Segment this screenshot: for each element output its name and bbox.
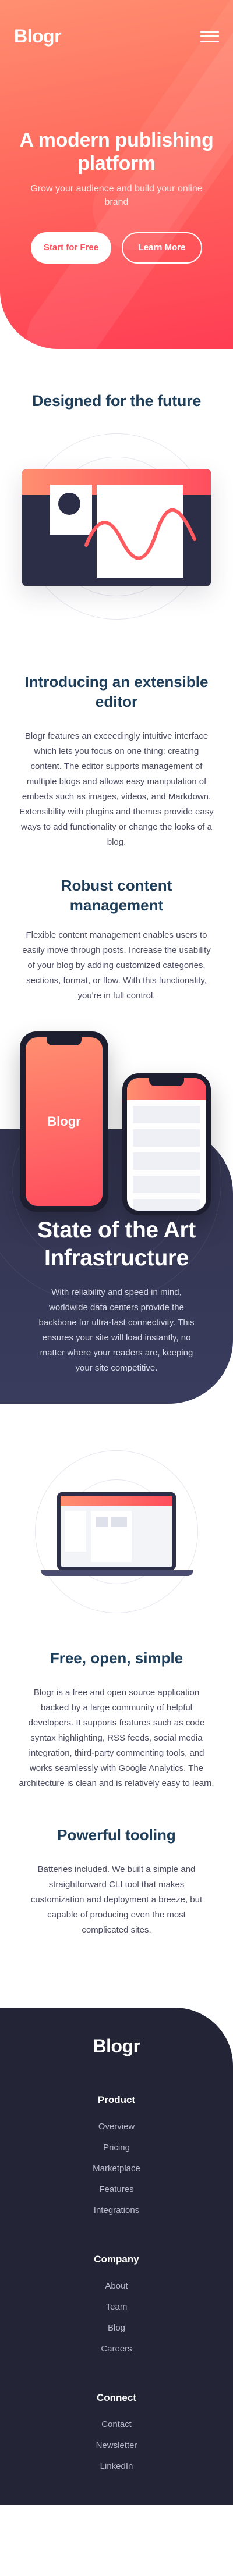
hero-buttons: Start for Free Learn More (16, 232, 217, 264)
learn-more-button[interactable]: Learn More (122, 232, 202, 264)
footer-logo[interactable]: Blogr (0, 2036, 233, 2057)
hero-title: A modern publishing platform (19, 129, 214, 175)
phone-list-row (133, 1152, 200, 1170)
editor-mockup (22, 469, 211, 586)
phone-list-row (133, 1106, 200, 1123)
future-title: Designed for the future (31, 392, 202, 410)
footer-link-about[interactable]: About (0, 2280, 233, 2292)
footer-group-company: Company About Team Blog Careers (0, 2254, 233, 2355)
footer-link-newsletter[interactable]: Newsletter (0, 2440, 233, 2452)
free-title: Free, open, simple (50, 1649, 183, 1667)
footer: Blogr Product Overview Pricing Marketpla… (0, 2008, 233, 2505)
start-for-free-button[interactable]: Start for Free (31, 232, 111, 264)
open-source-feature: Free, open, simple Blogr is a free and o… (0, 1648, 233, 1791)
phone-notch (149, 1078, 184, 1086)
footer-heading: Connect (97, 2392, 136, 2403)
hero-subtitle: Grow your audience and build your online… (30, 184, 203, 207)
laptop-base (41, 1570, 193, 1576)
editor-illustration (0, 433, 233, 666)
laptop-screen (57, 1492, 176, 1570)
hero-content: A modern publishing platform Grow your a… (0, 47, 233, 264)
laptop-app-bar (61, 1496, 172, 1506)
phone-list-row (133, 1129, 200, 1147)
editor-title: Introducing an extensible editor (24, 673, 209, 710)
footer-link-blog[interactable]: Blog (0, 2322, 233, 2334)
free-text: Blogr is a free and open source applicat… (19, 1688, 214, 1788)
footer-heading: Product (97, 2094, 136, 2105)
footer-link-careers[interactable]: Careers (0, 2343, 233, 2355)
wave-icon (84, 508, 196, 560)
menu-line (200, 35, 219, 37)
phone-screen: Blogr (26, 1037, 103, 1206)
infrastructure-text: State of the Art Infrastructure With rel… (0, 1216, 233, 1376)
top-navigation: Blogr (0, 0, 233, 47)
logo[interactable]: Blogr (14, 26, 62, 47)
robust-text: Flexible content management enables user… (22, 930, 211, 1001)
hamburger-menu-icon[interactable] (200, 30, 219, 42)
phone-logo: Blogr (47, 1114, 81, 1129)
laptop-content-block (96, 1517, 108, 1527)
laptop-illustration (0, 1427, 233, 1648)
phone-mockup-right (122, 1073, 211, 1215)
footer-links: Overview Pricing Marketplace Features In… (0, 2121, 233, 2216)
phone-mockup-left: Blogr (20, 1031, 108, 1212)
phone-notch (47, 1037, 82, 1045)
tooling-feature: Powerful tooling Batteries included. We … (0, 1825, 233, 1938)
footer-heading: Company (94, 2254, 139, 2265)
menu-line (200, 30, 219, 33)
robust-title: Robust content management (61, 877, 172, 914)
footer-link-overview[interactable]: Overview (0, 2121, 233, 2133)
footer-link-linkedin[interactable]: LinkedIn (0, 2461, 233, 2472)
infrastructure-paragraph: With reliability and speed in mind, worl… (38, 1287, 195, 1373)
editor-feature: Introducing an extensible editor Blogr f… (0, 672, 233, 850)
infrastructure-title: State of the Art Infrastructure (37, 1218, 196, 1271)
footer-link-integrations[interactable]: Integrations (0, 2205, 233, 2216)
phone-screen (127, 1078, 206, 1211)
footer-link-contact[interactable]: Contact (0, 2419, 233, 2431)
footer-group-product: Product Overview Pricing Marketplace Fea… (0, 2094, 233, 2216)
footer-link-features[interactable]: Features (0, 2184, 233, 2196)
footer-links: Contact Newsletter LinkedIn (0, 2419, 233, 2472)
laptop-display (61, 1496, 172, 1567)
tooling-title: Powerful tooling (57, 1826, 176, 1844)
hero-section: Blogr A modern publishing platform Grow … (0, 0, 233, 349)
laptop-content-block (111, 1517, 127, 1527)
infrastructure-section: Blogr State of the Art Infrastructure Wi… (0, 1031, 233, 1404)
footer-link-pricing[interactable]: Pricing (0, 2142, 233, 2154)
future-section: Designed for the future Introducing an e… (0, 349, 233, 1004)
footer-link-team[interactable]: Team (0, 2301, 233, 2313)
laptop-sidebar (65, 1511, 86, 1552)
footer-links: About Team Blog Careers (0, 2280, 233, 2355)
tooling-text: Batteries included. We built a simple an… (30, 1865, 203, 1935)
footer-link-marketplace[interactable]: Marketplace (0, 2163, 233, 2175)
footer-group-connect: Connect Contact Newsletter LinkedIn (0, 2392, 233, 2472)
content-management-feature: Robust content management Flexible conte… (0, 876, 233, 1004)
phone-list-row (133, 1199, 200, 1211)
menu-line (200, 40, 219, 42)
editor-text: Blogr features an exceedingly intuitive … (19, 731, 214, 847)
phone-list-row (133, 1176, 200, 1193)
